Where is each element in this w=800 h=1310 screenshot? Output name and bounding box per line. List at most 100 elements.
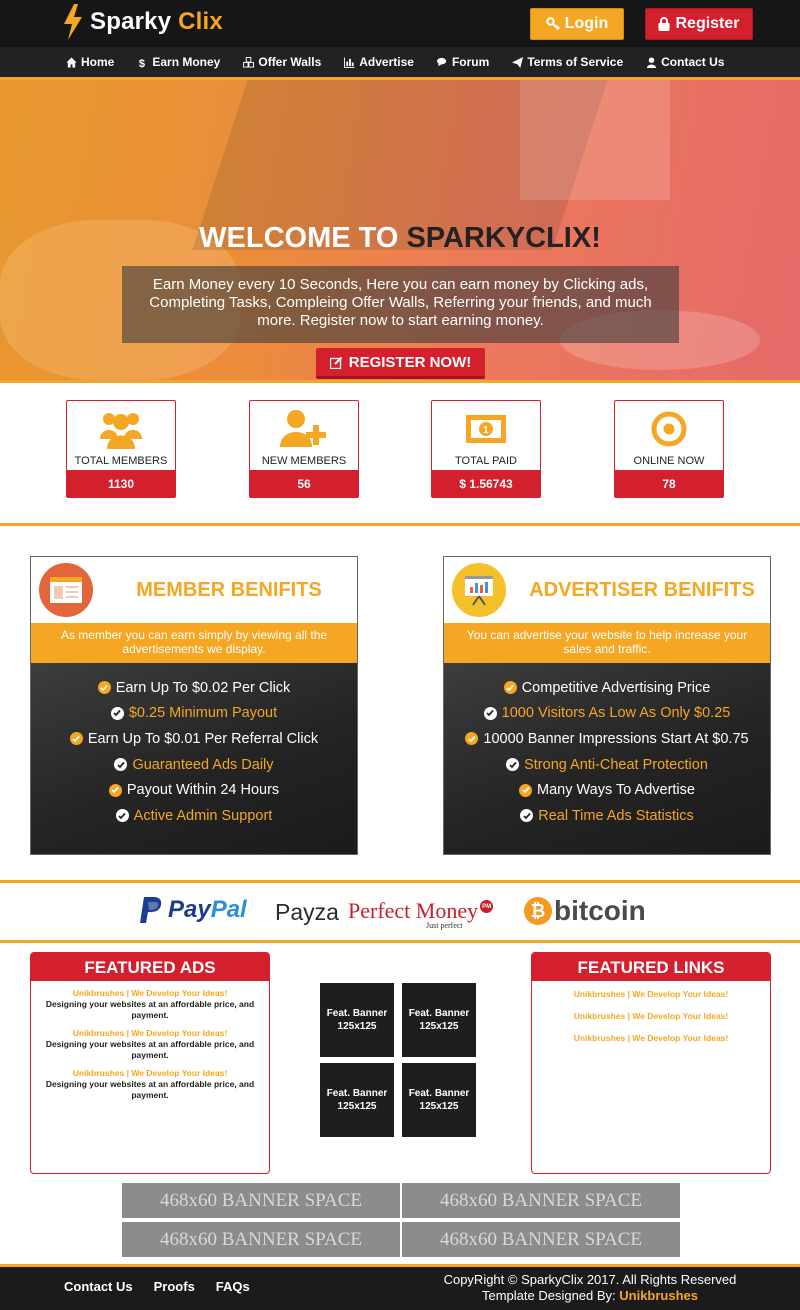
copyright: CopyRight © SparkyClix 2017. All Rights … [443, 1272, 737, 1303]
paper-plane-icon [512, 56, 524, 68]
card-subtitle: As member you can earn simply by viewing… [31, 623, 357, 663]
featured-links-title: FEATURED LINKS [532, 953, 770, 981]
featured-link[interactable]: Unikbrushes | We Develop Your Ideas! [532, 989, 770, 999]
stat-total-members: TOTAL MEMBERS 1130 [66, 400, 176, 498]
banner-space[interactable]: 468x60 BANNER SPACE [122, 1222, 400, 1257]
hero-title: WELCOME TO SPARKYCLIX! [199, 222, 601, 254]
list-item: Payout Within 24 Hours [31, 777, 357, 803]
svg-text:$: $ [139, 58, 145, 68]
card-title: MEMBER BENIFITS [136, 579, 322, 601]
perfect-money-logo: Perfect Money Just perfect PM [348, 898, 494, 930]
check-circle-icon [115, 809, 129, 823]
users-icon [100, 413, 142, 449]
featured-ad[interactable]: Unikbrushes | We Develop Your Ideas! Desi… [31, 1068, 269, 1101]
featured-link[interactable]: Unikbrushes | We Develop Your Ideas! [532, 1033, 770, 1043]
check-circle-icon [519, 783, 533, 797]
featured-links-box: FEATURED LINKS Unikbrushes | We Develop … [531, 952, 771, 1174]
comments-icon [436, 57, 447, 66]
payment-methods: PayPal Payza Perfect Money Just perfect P… [0, 883, 800, 943]
footer-link-contact[interactable]: Contact Us [64, 1279, 133, 1294]
paypal-logo: PayPal [138, 895, 247, 925]
banner-space[interactable]: 468x60 BANNER SPACE [122, 1183, 400, 1218]
list-item: 1000 Visitors As Low As Only $0.25 [444, 701, 770, 727]
pm-badge-icon: PM [480, 900, 494, 913]
benefits-section: MEMBER BENIFITS As member you can earn s… [0, 526, 800, 883]
stat-value: $ 1.56743 [432, 470, 540, 497]
nav-forum[interactable]: Forum [436, 55, 489, 69]
nav-contact[interactable]: Contact Us [646, 55, 724, 69]
browser-window-icon [39, 563, 93, 617]
login-button[interactable]: Login [530, 8, 624, 40]
user-plus-icon [280, 410, 326, 447]
list-item: Strong Anti-Cheat Protection [444, 752, 770, 778]
main-nav: Home $ Earn Money Offer Walls Advertise F… [0, 47, 800, 80]
check-circle-icon [506, 758, 520, 772]
designer-link[interactable]: Unikbrushes [619, 1288, 698, 1303]
featured-banner[interactable]: Feat. Banner 125x125 [402, 1063, 476, 1137]
banner-space[interactable]: 468x60 BANNER SPACE [402, 1183, 680, 1218]
register-button[interactable]: Register [645, 8, 753, 40]
featured-banner[interactable]: Feat. Banner 125x125 [320, 1063, 394, 1137]
card-title: ADVERTISER BENIFITS [529, 579, 755, 601]
check-circle-icon [114, 758, 128, 772]
featured-ads-box: FEATURED ADS Unikbrushes | We Develop Yo… [30, 952, 270, 1174]
check-circle-icon [520, 809, 534, 823]
check-circle-icon [465, 732, 479, 746]
list-item: Real Time Ads Statistics [444, 803, 770, 829]
featured-ads-title: FEATURED ADS [31, 953, 269, 981]
list-item: Earn Up To $0.02 Per Click [31, 675, 357, 701]
featured-link[interactable]: Unikbrushes | We Develop Your Ideas! [532, 1011, 770, 1021]
lightning-bolt-icon [64, 4, 82, 40]
hero-banner: WELCOME TO SPARKYCLIX! Earn Money every … [0, 80, 800, 380]
hero-description: Earn Money every 10 Seconds, Here you ca… [122, 266, 679, 343]
bitcoin-logo: ₿ bitcoin [524, 895, 646, 927]
nav-offer-walls[interactable]: Offer Walls [243, 55, 321, 69]
check-circle-icon [97, 681, 111, 695]
stat-value: 78 [615, 470, 723, 497]
list-item: $0.25 Minimum Payout [31, 701, 357, 727]
list-item: Many Ways To Advertise [444, 777, 770, 803]
featured-section: FEATURED ADS Unikbrushes | We Develop Yo… [0, 943, 800, 1174]
nav-advertise[interactable]: Advertise [344, 55, 414, 69]
stat-value: 1130 [67, 470, 175, 497]
list-item: Active Admin Support [31, 803, 357, 829]
bar-chart-icon [344, 56, 355, 68]
stats-section: TOTAL MEMBERS 1130 NEW MEMBERS 56 1 TOTA… [0, 383, 800, 526]
featured-banner[interactable]: Feat. Banner 125x125 [320, 983, 394, 1057]
bullseye-icon [651, 411, 687, 447]
lock-icon [658, 17, 670, 31]
logo[interactable]: Sparky Clix [62, 4, 223, 40]
benefit-list: Competitive Advertising Price 1000 Visit… [444, 663, 770, 854]
user-icon [647, 56, 657, 68]
footer-link-faqs[interactable]: FAQs [216, 1279, 250, 1294]
featured-ad[interactable]: Unikbrushes | We Develop Your Ideas! Desi… [31, 1028, 269, 1061]
svg-text:1: 1 [483, 425, 489, 436]
footer-link-proofs[interactable]: Proofs [154, 1279, 195, 1294]
stat-value: 56 [250, 470, 358, 497]
benefit-list: Earn Up To $0.02 Per Click $0.25 Minimum… [31, 663, 357, 854]
stat-online-now: ONLINE NOW 78 [614, 400, 724, 498]
logo-text: Sparky Clix [90, 8, 223, 35]
nav-earn-money[interactable]: $ Earn Money [137, 55, 220, 69]
home-icon [66, 56, 77, 68]
key-icon [546, 17, 560, 31]
featured-banner[interactable]: Feat. Banner 125x125 [402, 983, 476, 1057]
card-subtitle: You can advertise your website to help i… [444, 623, 770, 663]
list-item: Competitive Advertising Price [444, 675, 770, 701]
presentation-board-icon [452, 563, 506, 617]
check-circle-icon [110, 706, 124, 720]
footer: Contact Us Proofs FAQs CopyRight © Spark… [0, 1264, 800, 1310]
bitcoin-icon: ₿ [524, 897, 552, 925]
stat-total-paid: 1 TOTAL PAID $ 1.56743 [431, 400, 541, 498]
top-header: Sparky Clix Login Register [0, 0, 800, 47]
nav-home[interactable]: Home [66, 55, 114, 69]
money-icon: 1 [466, 415, 506, 443]
member-benefits-card: MEMBER BENIFITS As member you can earn s… [30, 556, 358, 855]
featured-ad[interactable]: Unikbrushes | We Develop Your Ideas! Desi… [31, 988, 269, 1021]
stat-new-members: NEW MEMBERS 56 [249, 400, 359, 498]
register-now-button[interactable]: REGISTER NOW! [316, 348, 485, 379]
check-circle-icon [69, 732, 83, 746]
nav-terms[interactable]: Terms of Service [512, 55, 623, 69]
paypal-icon [140, 897, 162, 923]
banner-space[interactable]: 468x60 BANNER SPACE [402, 1222, 680, 1257]
